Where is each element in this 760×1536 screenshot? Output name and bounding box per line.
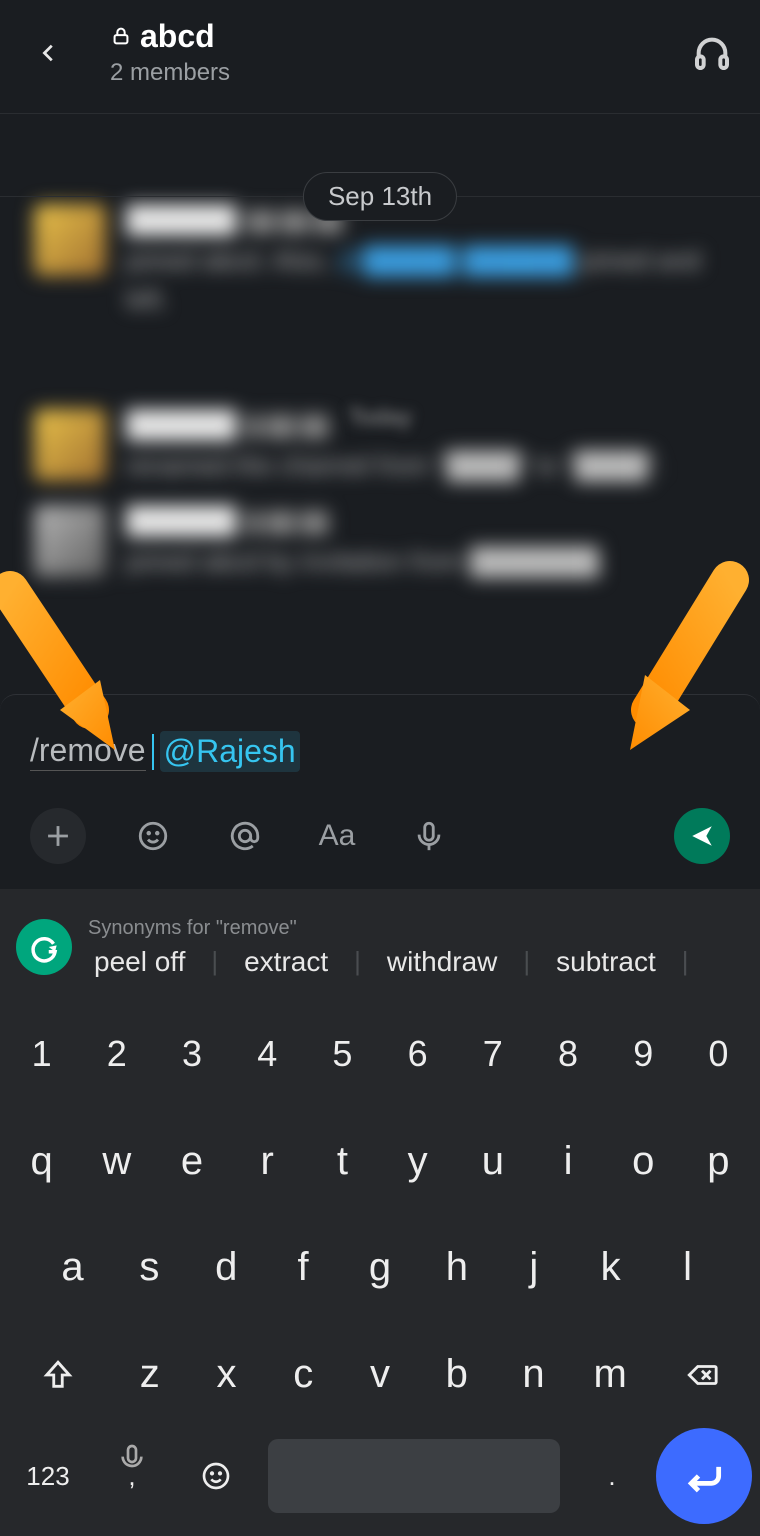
key-e[interactable]: e [154, 1121, 229, 1201]
channel-title-block[interactable]: abcd 2 members [110, 18, 692, 87]
key-3[interactable]: 3 [154, 1014, 229, 1094]
key-7[interactable]: 7 [455, 1014, 530, 1094]
key-space[interactable] [268, 1439, 560, 1513]
key-emoji[interactable] [176, 1436, 256, 1516]
key-p[interactable]: p [681, 1121, 756, 1201]
suggestion-item[interactable]: extract [238, 946, 334, 978]
key-backspace[interactable] [649, 1335, 756, 1415]
format-button[interactable]: Aa [312, 811, 362, 861]
key-o[interactable]: o [606, 1121, 681, 1201]
key-u[interactable]: u [455, 1121, 530, 1201]
composer-toolbar: Aa [30, 808, 730, 864]
key-f[interactable]: f [265, 1228, 342, 1308]
key-1[interactable]: 1 [4, 1014, 79, 1094]
key-mode-switch[interactable]: 123 [8, 1436, 88, 1516]
virtual-keyboard: Synonyms for "remove" peel off | extract… [0, 889, 760, 1536]
key-enter[interactable] [656, 1428, 752, 1524]
app-screen: abcd 2 members Sep 13th ████████:██ ██ j… [0, 0, 760, 1536]
key-i[interactable]: i [530, 1121, 605, 1201]
key-row-mid: a s d f g h j k l [4, 1218, 756, 1318]
key-x[interactable]: x [188, 1335, 265, 1415]
key-2[interactable]: 2 [79, 1014, 154, 1094]
text-cursor [152, 734, 154, 770]
mic-hint-icon [116, 1442, 148, 1477]
key-c[interactable]: c [265, 1335, 342, 1415]
key-5[interactable]: 5 [305, 1014, 380, 1094]
key-row-numbers: 1 2 3 4 5 6 7 8 9 0 [4, 1004, 756, 1104]
key-h[interactable]: h [418, 1228, 495, 1308]
microphone-button[interactable] [404, 811, 454, 861]
huddle-headphones-icon[interactable] [692, 33, 732, 73]
key-b[interactable]: b [418, 1335, 495, 1415]
annotation-arrow-right [580, 560, 750, 760]
key-a[interactable]: a [34, 1228, 111, 1308]
key-j[interactable]: j [495, 1228, 572, 1308]
key-r[interactable]: r [230, 1121, 305, 1201]
avatar[interactable] [34, 409, 106, 481]
send-button[interactable] [674, 808, 730, 864]
header-bar: abcd 2 members [0, 0, 760, 114]
suggestion-item[interactable]: withdraw [381, 946, 503, 978]
key-t[interactable]: t [305, 1121, 380, 1201]
lock-icon [110, 18, 132, 55]
today-separator[interactable]: Today [348, 404, 412, 432]
key-4[interactable]: 4 [230, 1014, 305, 1094]
key-row-top: q w e r t y u i o p [4, 1111, 756, 1211]
date-separator[interactable]: Sep 13th [303, 172, 457, 221]
key-shift[interactable] [4, 1335, 111, 1415]
key-8[interactable]: 8 [530, 1014, 605, 1094]
avatar[interactable] [34, 505, 106, 577]
key-l[interactable]: l [649, 1228, 726, 1308]
key-m[interactable]: m [572, 1335, 649, 1415]
key-w[interactable]: w [79, 1121, 154, 1201]
message-item[interactable]: ████████:██ ██ joined abcd. Also, @█████… [34, 204, 732, 319]
key-y[interactable]: y [380, 1121, 455, 1201]
key-s[interactable]: s [111, 1228, 188, 1308]
key-0[interactable]: 0 [681, 1014, 756, 1094]
suggestion-item[interactable]: peel off [88, 946, 191, 978]
key-6[interactable]: 6 [380, 1014, 455, 1094]
channel-name: abcd [140, 18, 215, 55]
keyboard-bottom-bar: 123 , . [0, 1426, 760, 1536]
key-comma[interactable]: , [92, 1436, 172, 1516]
key-z[interactable]: z [111, 1335, 188, 1415]
key-q[interactable]: q [4, 1121, 79, 1201]
grammarly-icon[interactable] [16, 919, 72, 975]
suggestion-item[interactable]: subtract [550, 946, 662, 978]
key-n[interactable]: n [495, 1335, 572, 1415]
key-row-bot: z x c v b n m [4, 1325, 756, 1425]
key-v[interactable]: v [342, 1335, 419, 1415]
back-button[interactable] [28, 32, 70, 74]
key-k[interactable]: k [572, 1228, 649, 1308]
channel-subtitle: 2 members [110, 59, 692, 87]
attach-button[interactable] [30, 808, 86, 864]
mention-button[interactable] [220, 811, 270, 861]
key-d[interactable]: d [188, 1228, 265, 1308]
avatar[interactable] [34, 204, 106, 276]
key-g[interactable]: g [342, 1228, 419, 1308]
emoji-button[interactable] [128, 811, 178, 861]
key-period[interactable]: . [572, 1436, 652, 1516]
key-9[interactable]: 9 [606, 1014, 681, 1094]
suggestion-bar: Synonyms for "remove" peel off | extract… [0, 889, 760, 995]
annotation-arrow-left [0, 570, 150, 760]
suggestion-label: Synonyms for "remove" [88, 917, 744, 940]
mention-chip[interactable]: @Rajesh [160, 731, 300, 772]
